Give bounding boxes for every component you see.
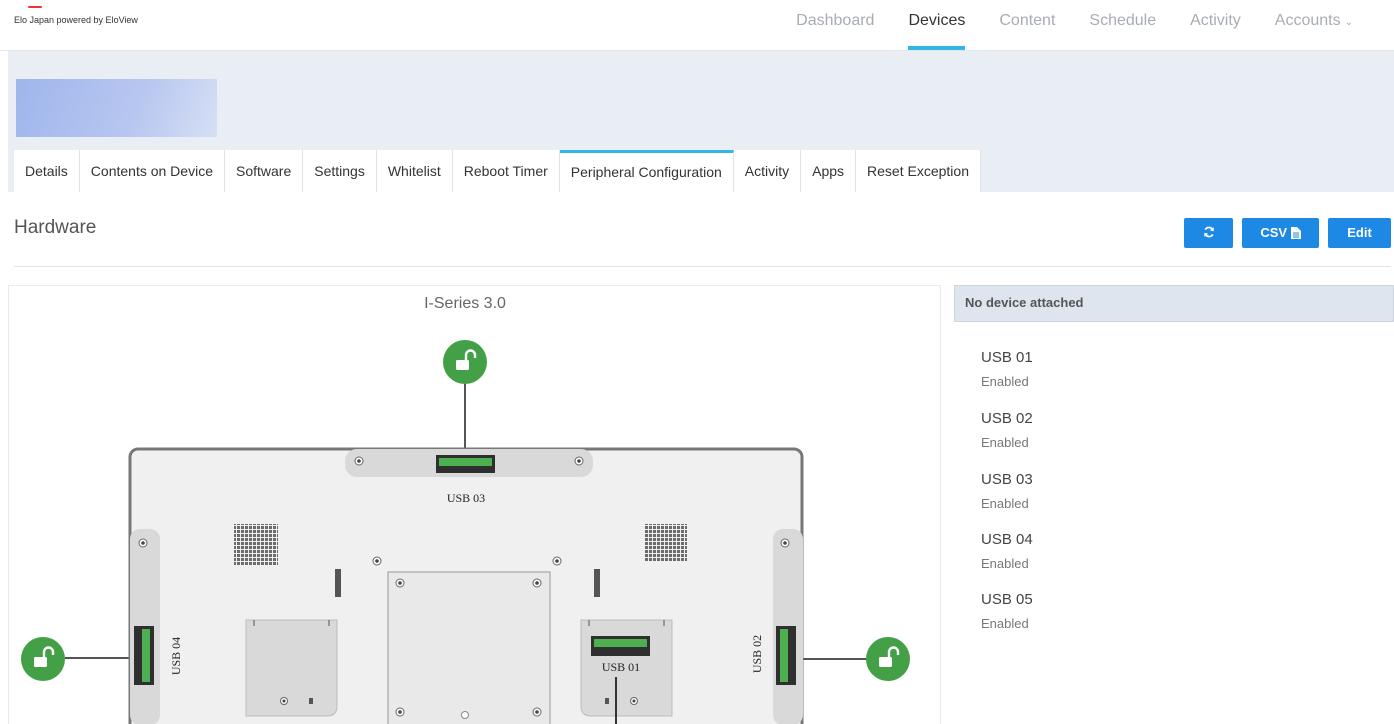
right-speaker-grille	[645, 524, 687, 562]
left-speaker-grille	[234, 524, 278, 566]
port-status: Enabled	[981, 616, 1029, 631]
port-name: USB 01	[981, 349, 1033, 366]
port-usb05: USB 05 Enabled	[981, 591, 1033, 631]
port-status: Enabled	[981, 374, 1029, 389]
port-name: USB 03	[981, 471, 1033, 488]
usb03-unlock-icon[interactable]	[443, 340, 487, 384]
port-name: USB 02	[981, 410, 1033, 427]
tab-reboot-timer[interactable]: Reboot Timer	[452, 150, 560, 192]
top-navigation-bar: Elo Japan powered by EloView Dashboard D…	[0, 0, 1394, 51]
port-usb01: USB 01 Enabled	[981, 349, 1033, 389]
nav-dashboard[interactable]: Dashboard	[779, 0, 891, 50]
port-usb02: USB 02 Enabled	[981, 410, 1033, 450]
tab-reset-exception[interactable]: Reset Exception	[856, 150, 981, 192]
usb02-unlock-icon[interactable]	[866, 637, 910, 681]
device-status-header: No device attached	[954, 285, 1394, 322]
chevron-down-icon: ⌄	[1344, 17, 1353, 28]
vesa-plate	[387, 571, 551, 724]
device-diagram: USB 03 USB 01 USB 04 USB 02	[21, 340, 910, 724]
diagram-title: I-Series 3.0	[424, 295, 506, 312]
device-diagram-panel: USB 03 USB 01 USB 04 USB 02 I-Series 3.0	[8, 285, 941, 724]
brand-logo-mark	[28, 6, 42, 8]
edit-button[interactable]: Edit	[1328, 218, 1391, 248]
port-name: USB 05	[981, 591, 1033, 608]
tab-software[interactable]: Software	[224, 150, 304, 192]
nav-accounts[interactable]: Accounts ⌄	[1258, 0, 1370, 50]
nav-accounts-label: Accounts	[1274, 12, 1341, 29]
main-nav: Dashboard Devices Content Schedule Activ…	[779, 0, 1370, 50]
port-usb04: USB 04 Enabled	[981, 531, 1033, 571]
section-title: Hardware	[14, 217, 97, 238]
usb04-label: USB 04	[169, 637, 183, 675]
device-banner-image	[16, 79, 217, 137]
usb01-label: USB 01	[602, 660, 640, 674]
refresh-button[interactable]	[1184, 218, 1233, 248]
port-status: Enabled	[981, 556, 1029, 571]
port-name: USB 04	[981, 531, 1033, 548]
nav-activity[interactable]: Activity	[1173, 0, 1258, 50]
tab-peripheral-configuration[interactable]: Peripheral Configuration	[559, 150, 734, 192]
tab-apps[interactable]: Apps	[801, 150, 857, 192]
port-usb03: USB 03 Enabled	[981, 471, 1033, 511]
usb02-label: USB 02	[750, 635, 764, 673]
device-header-banner: Details Contents on Device Software Sett…	[8, 51, 1394, 192]
left-module	[245, 619, 338, 717]
device-tabs: Details Contents on Device Software Sett…	[14, 150, 981, 192]
usb03-label: USB 03	[447, 491, 485, 505]
tab-whitelist[interactable]: Whitelist	[376, 150, 453, 192]
tab-contents-on-device[interactable]: Contents on Device	[79, 150, 225, 192]
usb04-unlock-icon[interactable]	[21, 637, 65, 681]
brand-text: Elo Japan powered by EloView	[14, 15, 138, 25]
file-icon	[1290, 227, 1301, 239]
csv-button-label: CSV	[1260, 225, 1288, 240]
refresh-icon	[1203, 226, 1214, 238]
tab-details[interactable]: Details	[14, 150, 80, 192]
port-status: Enabled	[981, 435, 1029, 450]
nav-schedule[interactable]: Schedule	[1072, 0, 1173, 50]
nav-devices[interactable]: Devices	[891, 0, 982, 50]
section-divider	[14, 266, 1391, 267]
tab-settings[interactable]: Settings	[303, 150, 377, 192]
nav-content[interactable]: Content	[982, 0, 1072, 50]
port-status: Enabled	[981, 496, 1029, 511]
csv-export-button[interactable]: CSV	[1242, 218, 1319, 248]
tab-activity[interactable]: Activity	[733, 150, 802, 192]
